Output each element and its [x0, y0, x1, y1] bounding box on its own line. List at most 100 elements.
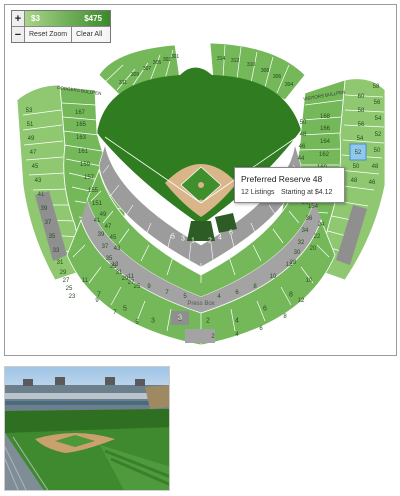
section-label-rf-bullpen2-15[interactable]: 20 [310, 246, 317, 252]
section-label-cf-right-3[interactable]: 308 [261, 68, 269, 74]
section-label-outer-ring-1[interactable]: 5 [123, 306, 127, 313]
reset-zoom-button[interactable]: Reset Zoom [25, 27, 73, 42]
section-label-rf-inner-6[interactable]: 48 [351, 178, 358, 184]
section-label-cf-left-1[interactable]: 309 [131, 72, 139, 78]
section-label-rf-inner-3[interactable]: 54 [357, 136, 364, 142]
section-label-loge-left-0[interactable]: 13 [112, 262, 119, 268]
section-label-reserve-right-0[interactable]: 10 [306, 278, 313, 284]
section-label-lf-outer-1[interactable]: 51 [27, 122, 34, 128]
section-label-rf-bullpen2-0[interactable]: 50 [300, 120, 307, 126]
section-label-rf-outer-1[interactable]: 56 [374, 100, 381, 106]
section-label-rf-bullpen-2[interactable]: 164 [320, 139, 330, 145]
section-label-cf-right-0[interactable]: 314 [217, 56, 225, 62]
clear-all-button[interactable]: Clear All [72, 27, 107, 42]
section-label-reserve-left-3[interactable]: 5 [135, 320, 138, 326]
section-label-rf-bullpen2-8[interactable]: 34 [302, 228, 309, 234]
section-label-infield-top-5[interactable]: 6 [229, 230, 233, 237]
section-label-loge-left-3[interactable]: 7 [165, 290, 168, 296]
section-label-outer-ring-7[interactable]: 8 [289, 292, 293, 299]
section-label-loge-left-4[interactable]: 5 [183, 294, 186, 300]
section-label-rf-inner-2[interactable]: 56 [358, 122, 365, 128]
section-label-lf-outer-0[interactable]: 53 [26, 108, 33, 114]
section-label-lf-inner2-4[interactable]: 41 [94, 218, 101, 224]
section-label-rf-inner-4[interactable]: 52 [355, 150, 362, 156]
section-label-lf-outer-11[interactable]: 31 [57, 260, 64, 266]
section-label-lf-inner-6[interactable]: 155 [88, 188, 98, 194]
section-label-lf-outer-14[interactable]: 25 [66, 286, 73, 292]
price-range-slider[interactable]: $3 $475 [25, 11, 110, 26]
section-label-rf-bullpen2-2[interactable]: 46 [299, 144, 306, 150]
section-label-loge-left-2[interactable]: 9 [147, 284, 150, 290]
zoom-in-button[interactable]: + [12, 11, 25, 26]
section-label-lf-inner-1[interactable]: 165 [76, 122, 86, 128]
section-label-loge-right-3[interactable]: 10 [270, 274, 277, 280]
section-label-lf-outer-12[interactable]: 29 [60, 270, 67, 276]
section-label-rf-bullpen2-10[interactable]: 30 [294, 250, 301, 256]
section-label-lf-inner2-0[interactable]: 49 [100, 212, 107, 218]
section-label-rf-bullpen2-9[interactable]: 32 [298, 240, 305, 246]
section-label-lf-inner-4[interactable]: 159 [80, 162, 90, 168]
section-label-lf-inner2-12[interactable]: 25 [134, 284, 141, 290]
section-label-loge-right-2[interactable]: 8 [253, 284, 256, 290]
section-label-lf-inner2-3[interactable]: 43 [114, 246, 121, 252]
section-label-lf-inner-5[interactable]: 157 [84, 175, 94, 181]
section-label-lf-inner2-1[interactable]: 47 [105, 224, 112, 230]
section-label-rf-bullpen2-14[interactable]: 22 [314, 234, 321, 240]
section-label-upper-right-3[interactable]: 8 [283, 314, 286, 320]
section-label-lf-inner-2[interactable]: 163 [76, 135, 86, 141]
section-label-infield-top-2[interactable]: 1 [191, 238, 195, 245]
section-label-loge-left-1[interactable]: 11 [128, 274, 134, 280]
section-label-lf-inner2-5[interactable]: 39 [98, 232, 105, 238]
section-label-outer-ring-2[interactable]: 3 [151, 318, 155, 325]
section-label-outer-ring-4[interactable]: 2 [206, 318, 210, 325]
section-label-lf-outer-2[interactable]: 49 [28, 136, 35, 142]
section-label-rf-outer-6[interactable]: 46 [369, 180, 376, 186]
section-label-cf-right-2[interactable]: 310 [247, 62, 255, 68]
section-label-rf-outer-2[interactable]: 54 [375, 116, 382, 122]
section-label-loge-right-4[interactable]: 12 [286, 262, 293, 268]
section-label-rf-bullpen-1[interactable]: 166 [320, 126, 330, 132]
section-label-cf-right-5[interactable]: 304 [285, 82, 293, 88]
section-label-reserve-left-0[interactable]: 11 [82, 278, 88, 284]
section-label-cf-left-5[interactable]: 301 [171, 54, 179, 60]
section-label-lf-outer-5[interactable]: 43 [35, 178, 42, 184]
section-label-lf-outer-7[interactable]: 39 [41, 206, 48, 212]
section-label-loge-right-0[interactable]: 4 [217, 294, 220, 300]
section-label-loge-right-1[interactable]: 6 [235, 290, 238, 296]
section-label-reserve-left-1[interactable]: 9 [95, 298, 98, 304]
zoom-out-button[interactable]: − [12, 27, 25, 42]
section-label-lf-outer-10[interactable]: 33 [53, 248, 60, 254]
seating-map[interactable]: Press Box 311 309 307 305 303 301 314 312 310 308… [4, 4, 397, 356]
section-label-cf-right-4[interactable]: 306 [273, 74, 281, 80]
section-label-rf-bullpen2-3[interactable]: 44 [298, 156, 305, 162]
section-label-rf-bullpen-3[interactable]: 162 [319, 152, 329, 158]
section-label-gray-3-0[interactable]: 3 [178, 315, 182, 322]
section-label-rf-bullpen2-1[interactable]: 48 [300, 132, 307, 138]
section-label-rf-outer-3[interactable]: 52 [375, 132, 382, 138]
section-label-lf-outer-9[interactable]: 35 [49, 234, 56, 240]
section-label-cf-left-0[interactable]: 311 [119, 80, 127, 86]
section-label-rf-bullpen2-13[interactable]: 24 [318, 222, 325, 228]
section-label-reserve-left-2[interactable]: 7 [113, 310, 116, 316]
section-label-infield-top-4[interactable]: 4 [218, 235, 222, 242]
section-label-lf-outer-8[interactable]: 37 [45, 220, 52, 226]
section-label-lf-outer-13[interactable]: 27 [63, 278, 70, 284]
section-label-rf-bullpen-0[interactable]: 168 [320, 114, 330, 120]
section-label-infield-top-1[interactable]: 3 [181, 236, 185, 243]
section-label-lf-inner2-2[interactable]: 45 [110, 235, 117, 241]
section-label-upper-right-1[interactable]: 4 [235, 332, 238, 338]
section-label-reserve-right-1[interactable]: 12 [298, 298, 305, 304]
section-label-outer-ring-5[interactable]: 4 [235, 318, 239, 325]
section-label-lf-outer-6[interactable]: 41 [38, 192, 45, 198]
tooltip-listings[interactable]: 12 Listings [241, 189, 274, 196]
section-label-rf-inner-5[interactable]: 50 [353, 164, 360, 170]
section-label-rf-inner-0[interactable]: 60 [358, 94, 365, 100]
section-label-upper-right-0[interactable]: 2 [211, 334, 214, 340]
section-label-rf-inner-1[interactable]: 58 [358, 108, 365, 114]
section-label-cf-left-2[interactable]: 307 [143, 66, 151, 72]
section-label-rf-outer-5[interactable]: 48 [372, 164, 379, 170]
section-label-lf-inner-7[interactable]: 151 [92, 201, 102, 207]
section-label-rf-outer-0[interactable]: 58 [373, 84, 380, 90]
section-label-infield-top-0[interactable]: 5 [171, 234, 175, 241]
section-label-infield-top-3[interactable]: 2 [208, 238, 212, 245]
